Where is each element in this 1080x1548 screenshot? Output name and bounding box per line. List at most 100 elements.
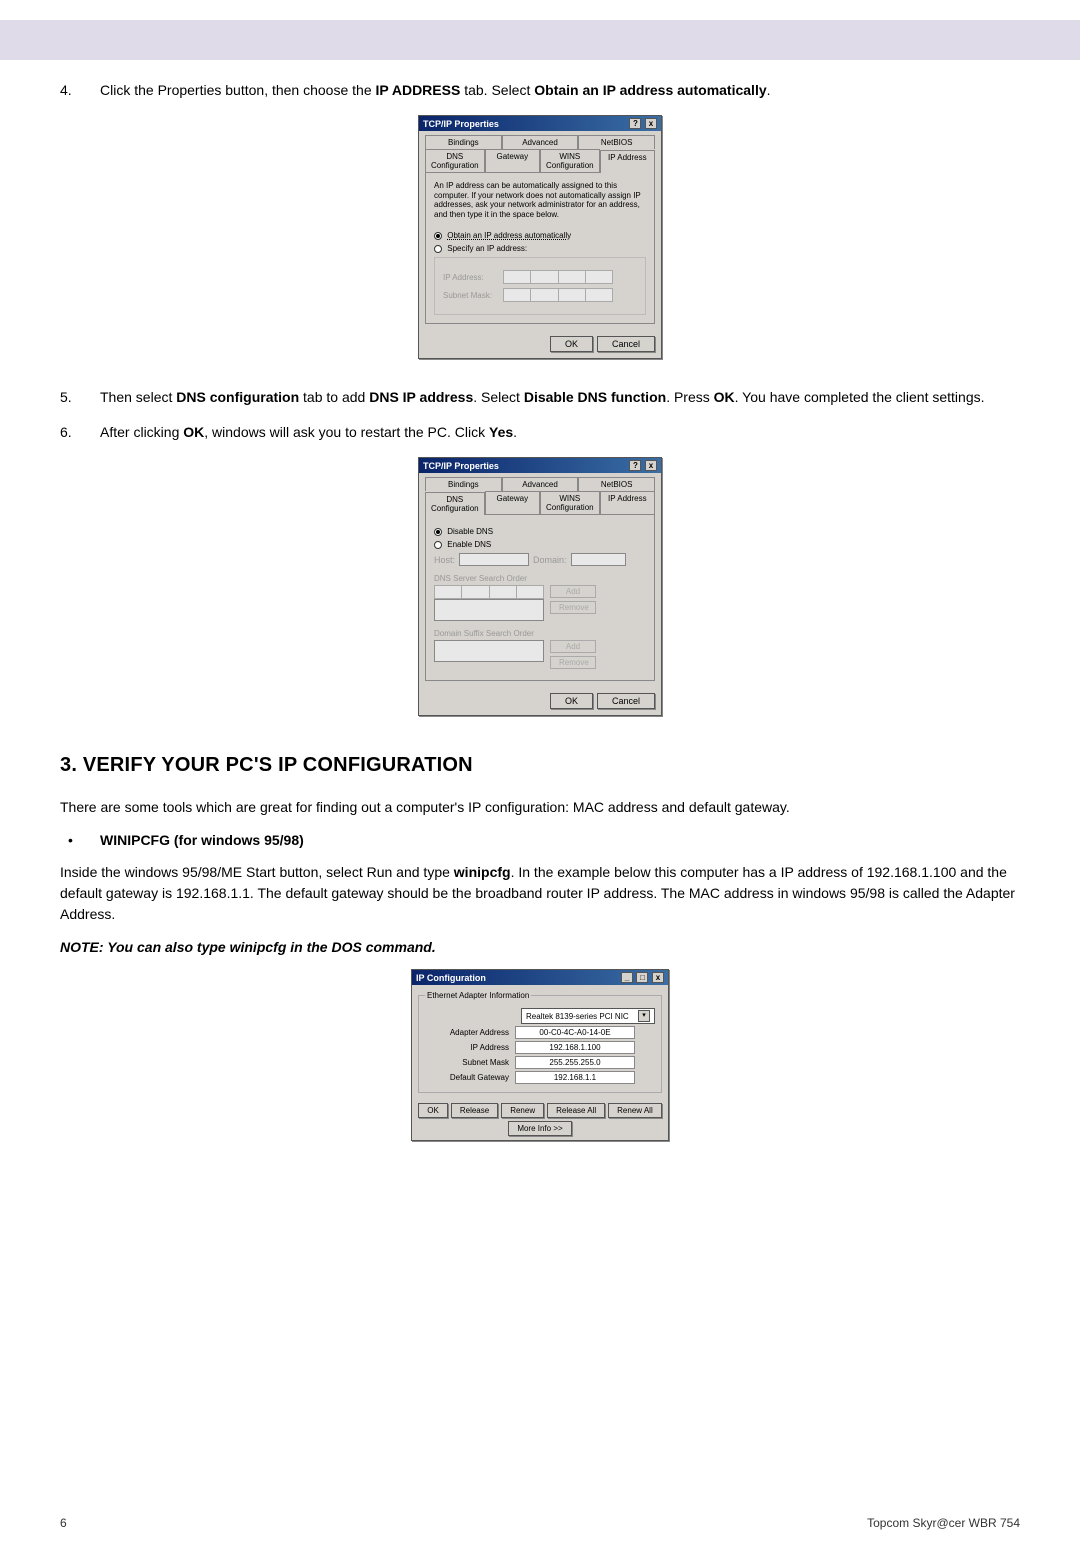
ok-button[interactable]: OK: [550, 693, 593, 709]
close-icon[interactable]: x: [645, 460, 657, 471]
section-3-note: NOTE: You can also type winipcfg in the …: [60, 939, 1020, 955]
tab-gateway[interactable]: Gateway: [485, 491, 540, 514]
default-gateway-label: Default Gateway: [425, 1073, 515, 1082]
t: IP ADDRESS: [376, 82, 461, 98]
tab-bindings[interactable]: Bindings: [425, 477, 502, 491]
cancel-button[interactable]: Cancel: [597, 336, 655, 352]
t: . Select: [473, 389, 524, 405]
t: .: [767, 82, 771, 98]
t: OK: [183, 424, 204, 440]
t: Click the Properties button, then choose…: [100, 82, 376, 98]
radio-disable-dns[interactable]: Disable DNS: [434, 527, 646, 536]
bullet-text: WINIPCFG (for windows 95/98): [100, 832, 304, 848]
titlebar: TCP/IP Properties ? x: [419, 116, 661, 131]
step-5-num: 5.: [60, 387, 100, 408]
t: Then select: [100, 389, 176, 405]
tab-advanced[interactable]: Advanced: [502, 135, 579, 149]
subnet-mask-label: Subnet Mask:: [443, 291, 503, 300]
ip-configuration-dialog: IP Configuration _ □ x Ethernet Adapter …: [411, 969, 669, 1141]
ip-address-input[interactable]: [503, 270, 613, 284]
t: Disable DNS function: [524, 389, 666, 405]
step-4-num: 4.: [60, 80, 100, 101]
dns-server-input[interactable]: [434, 585, 544, 599]
t: . You have completed the client settings…: [735, 389, 985, 405]
t: OK: [714, 389, 735, 405]
adapter-address-label: Adapter Address: [425, 1028, 515, 1037]
ok-button[interactable]: OK: [550, 336, 593, 352]
host-input[interactable]: [459, 553, 529, 566]
remove-button[interactable]: Remove: [550, 656, 596, 669]
t: , windows will ask you to restart the PC…: [204, 424, 489, 440]
help-icon[interactable]: ?: [629, 118, 641, 129]
ip-msg: An IP address can be automatically assig…: [434, 181, 646, 219]
tab-advanced[interactable]: Advanced: [502, 477, 579, 491]
t: .: [513, 424, 517, 440]
ok-button[interactable]: OK: [418, 1103, 448, 1118]
tab-netbios[interactable]: NetBIOS: [578, 477, 655, 491]
t: tab to add: [299, 389, 369, 405]
renew-all-button[interactable]: Renew All: [608, 1103, 662, 1118]
close-icon[interactable]: x: [652, 972, 664, 983]
domain-input[interactable]: [571, 553, 626, 566]
radio-label: Obtain an IP address automatically: [447, 231, 571, 240]
step-5: 5. Then select DNS configuration tab to …: [60, 387, 1020, 408]
tab-netbios[interactable]: NetBIOS: [578, 135, 655, 149]
t: . Press: [666, 389, 713, 405]
t: Inside the windows 95/98/ME Start button…: [60, 864, 454, 880]
tab-wins-config[interactable]: WINS Configuration: [540, 491, 600, 514]
ip-address-label: IP Address:: [443, 273, 503, 282]
step-6: 6. After clicking OK, windows will ask y…: [60, 422, 1020, 443]
radio-icon: [434, 528, 442, 536]
add-button[interactable]: Add: [550, 640, 596, 653]
dns-server-list[interactable]: [434, 599, 544, 621]
t: tab. Select: [460, 82, 534, 98]
domain-label: Domain:: [533, 555, 567, 565]
bullet-winipcfg: • WINIPCFG (for windows 95/98): [60, 832, 1020, 848]
tab-gateway[interactable]: Gateway: [485, 149, 540, 172]
default-gateway-value: 192.168.1.1: [515, 1071, 635, 1084]
radio-label: Specify an IP address:: [447, 244, 527, 253]
close-icon[interactable]: x: [645, 118, 657, 129]
radio-enable-dns[interactable]: Enable DNS: [434, 540, 646, 549]
subnet-mask-value: 255.255.255.0: [515, 1056, 635, 1069]
add-button[interactable]: Add: [550, 585, 596, 598]
section-3-intro: There are some tools which are great for…: [60, 797, 1020, 818]
section-3-heading: 3. VERIFY YOUR PC'S IP CONFIGURATION: [60, 754, 1020, 777]
domain-suffix-list[interactable]: [434, 640, 544, 662]
release-all-button[interactable]: Release All: [547, 1103, 605, 1118]
subnet-mask-input[interactable]: [503, 288, 613, 302]
cancel-button[interactable]: Cancel: [597, 693, 655, 709]
renew-button[interactable]: Renew: [501, 1103, 544, 1118]
ip-address-value: 192.168.1.100: [515, 1041, 635, 1054]
tcpip-properties-ip-dialog: TCP/IP Properties ? x Bindings Advanced …: [418, 115, 662, 359]
domain-suffix-order-label: Domain Suffix Search Order: [434, 629, 646, 638]
tab-ip-address[interactable]: IP Address: [600, 491, 655, 514]
adapter-select-value: Realtek 8139-series PCI NIC: [526, 1012, 629, 1021]
adapter-select[interactable]: Realtek 8139-series PCI NIC ▾: [521, 1008, 655, 1024]
tab-dns-config[interactable]: DNS Configuration: [425, 149, 485, 172]
adapter-info-label: Ethernet Adapter Information: [425, 991, 531, 1000]
ip-address-label: IP Address: [425, 1043, 515, 1052]
more-info-button[interactable]: More Info >>: [508, 1121, 571, 1136]
radio-obtain-auto[interactable]: Obtain an IP address automatically: [434, 231, 646, 240]
release-button[interactable]: Release: [451, 1103, 498, 1118]
header-band: [0, 20, 1080, 60]
tab-wins-config[interactable]: WINS Configuration: [540, 149, 600, 172]
step-6-num: 6.: [60, 422, 100, 443]
t: Yes: [489, 424, 513, 440]
dialog-title: TCP/IP Properties: [423, 461, 499, 471]
radio-specify[interactable]: Specify an IP address:: [434, 244, 646, 253]
tab-bindings[interactable]: Bindings: [425, 135, 502, 149]
tab-dns-config[interactable]: DNS Configuration: [425, 492, 485, 515]
minimize-icon[interactable]: _: [621, 972, 633, 983]
t: After clicking: [100, 424, 183, 440]
chevron-down-icon: ▾: [638, 1010, 650, 1022]
host-label: Host:: [434, 555, 455, 565]
tab-ip-address[interactable]: IP Address: [600, 150, 655, 173]
maximize-icon[interactable]: □: [636, 972, 648, 983]
radio-icon: [434, 541, 442, 549]
t: DNS IP address: [369, 389, 473, 405]
t: DNS configuration: [176, 389, 299, 405]
help-icon[interactable]: ?: [629, 460, 641, 471]
remove-button[interactable]: Remove: [550, 601, 596, 614]
